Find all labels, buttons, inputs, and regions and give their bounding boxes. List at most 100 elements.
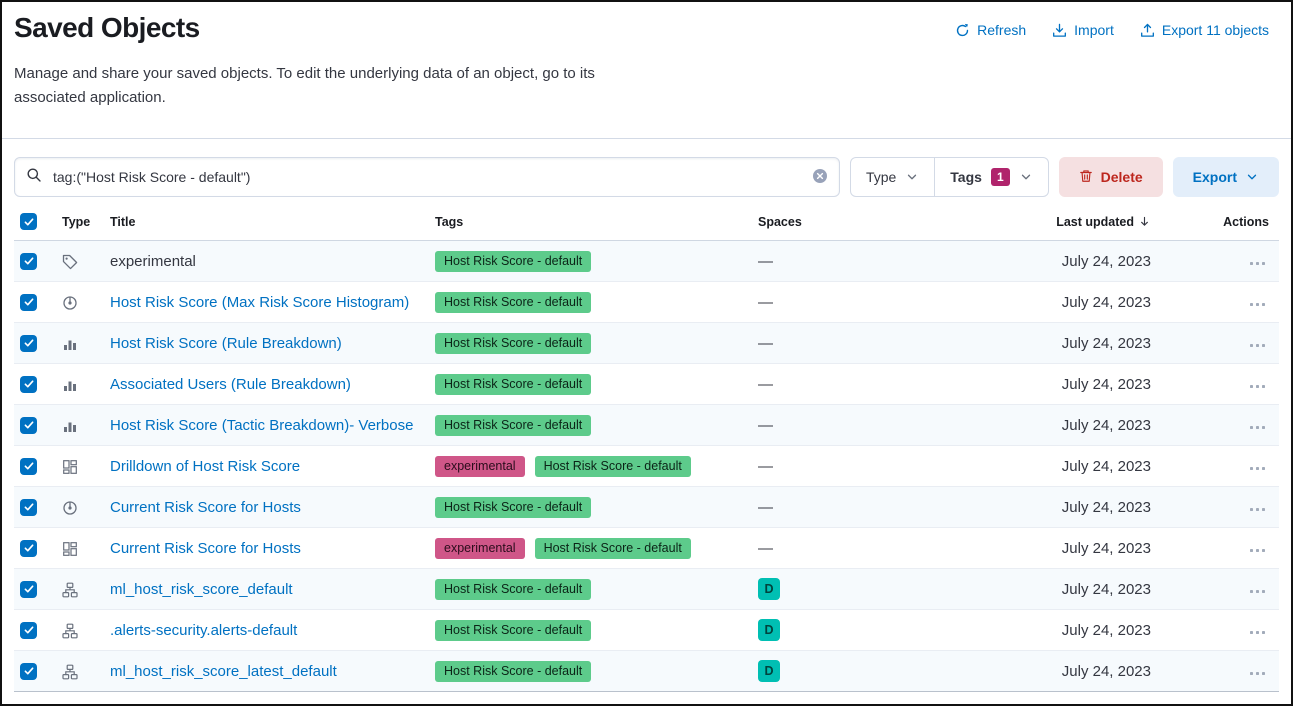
actions-cell <box>1159 528 1279 569</box>
row-actions-button[interactable] <box>1246 502 1269 517</box>
spaces-cell: D <box>750 651 1020 692</box>
spaces-empty: — <box>758 417 773 434</box>
row-checkbox-cell <box>14 487 54 528</box>
tag-badge[interactable]: experimental <box>435 456 525 477</box>
object-title-link[interactable]: ml_host_risk_score_default <box>110 581 293 598</box>
column-header-last-updated[interactable]: Last updated <box>1020 205 1159 241</box>
table-row: experimentalHost Risk Score - default—Ju… <box>14 241 1279 282</box>
saved-objects-page: Saved Objects Refresh Import Export 11 o… <box>2 2 1291 692</box>
object-title-link[interactable]: Host Risk Score (Tactic Breakdown)- Verb… <box>110 417 413 434</box>
tag-badge[interactable]: experimental <box>435 538 525 559</box>
tag-badge[interactable]: Host Risk Score - default <box>435 579 591 600</box>
row-checkbox[interactable] <box>20 622 37 639</box>
object-title-link[interactable]: Current Risk Score for Hosts <box>110 499 301 516</box>
saved-objects-table: Type Title Tags Spaces Last updated Acti… <box>14 205 1279 692</box>
object-title-link[interactable]: Associated Users (Rule Breakdown) <box>110 376 351 393</box>
object-title-link[interactable]: .alerts-security.alerts-default <box>110 622 297 639</box>
tag-badge[interactable]: Host Risk Score - default <box>535 456 691 477</box>
bar-chart-icon <box>62 418 78 434</box>
actions-cell <box>1159 487 1279 528</box>
page-header: Saved Objects Refresh Import Export 11 o… <box>14 2 1279 46</box>
row-actions-button[interactable] <box>1246 420 1269 435</box>
tag-icon <box>62 254 78 270</box>
delete-button[interactable]: Delete <box>1059 157 1163 197</box>
tags-filter-button[interactable]: Tags 1 <box>934 158 1047 196</box>
search-input[interactable] <box>51 168 803 186</box>
import-button[interactable]: Import <box>1042 16 1124 44</box>
last-updated-cell: July 24, 2023 <box>1020 651 1159 692</box>
row-actions-button[interactable] <box>1246 625 1269 640</box>
last-updated-header-label: Last updated <box>1056 215 1134 229</box>
lens-icon <box>62 295 78 311</box>
tag-badge[interactable]: Host Risk Score - default <box>535 538 691 559</box>
table-row: Current Risk Score for Hosts experimental… <box>14 528 1279 569</box>
spaces-cell: — <box>750 487 1020 528</box>
tags-cell: Host Risk Score - default <box>427 405 750 446</box>
space-avatar: D <box>758 619 780 641</box>
object-title-link[interactable]: Drilldown of Host Risk Score <box>110 458 300 475</box>
title-cell: ml_host_risk_score_latest_default <box>102 651 427 692</box>
search-icon <box>26 167 42 188</box>
select-all-checkbox[interactable] <box>20 213 37 230</box>
type-cell <box>54 528 102 569</box>
row-checkbox[interactable] <box>20 376 37 393</box>
table-header-row: Type Title Tags Spaces Last updated Acti… <box>14 205 1279 241</box>
tag-badge[interactable]: Host Risk Score - default <box>435 415 591 436</box>
table-row: ml_host_risk_score_default Host Risk Scor… <box>14 569 1279 610</box>
row-checkbox[interactable] <box>20 499 37 516</box>
type-filter-button[interactable]: Type <box>851 158 934 196</box>
row-actions-button[interactable] <box>1246 461 1269 476</box>
row-actions-button[interactable] <box>1246 297 1269 312</box>
row-actions-button[interactable] <box>1246 379 1269 394</box>
export-all-button[interactable]: Export 11 objects <box>1130 16 1279 44</box>
tag-badge[interactable]: Host Risk Score - default <box>435 333 591 354</box>
chevron-down-icon <box>1245 170 1259 184</box>
tags-cell: experimental Host Risk Score - default <box>427 528 750 569</box>
header-divider <box>2 138 1291 139</box>
row-checkbox[interactable] <box>20 417 37 434</box>
trash-icon <box>1079 169 1093 186</box>
object-title-link[interactable]: ml_host_risk_score_latest_default <box>110 663 337 680</box>
row-checkbox-cell <box>14 528 54 569</box>
search-box[interactable] <box>14 157 840 197</box>
type-cell <box>54 241 102 282</box>
object-title-link[interactable]: Host Risk Score (Max Risk Score Histogra… <box>110 294 409 311</box>
row-actions-button[interactable] <box>1246 543 1269 558</box>
type-cell <box>54 610 102 651</box>
object-title-link[interactable]: Current Risk Score for Hosts <box>110 540 301 557</box>
row-checkbox[interactable] <box>20 540 37 557</box>
row-checkbox[interactable] <box>20 253 37 270</box>
tag-badge[interactable]: Host Risk Score - default <box>435 661 591 682</box>
row-checkbox[interactable] <box>20 581 37 598</box>
column-header-tags: Tags <box>427 205 750 241</box>
row-actions-button[interactable] <box>1246 584 1269 599</box>
table-row: Associated Users (Rule Breakdown) Host Ri… <box>14 364 1279 405</box>
row-checkbox[interactable] <box>20 294 37 311</box>
table-row: Current Risk Score for Hosts Host Risk Sc… <box>14 487 1279 528</box>
spaces-empty: — <box>758 253 773 270</box>
spaces-empty: — <box>758 540 773 557</box>
row-actions-button[interactable] <box>1246 338 1269 353</box>
refresh-button[interactable]: Refresh <box>945 16 1036 44</box>
column-header-type[interactable]: Type <box>54 205 102 241</box>
tag-badge[interactable]: Host Risk Score - default <box>435 292 591 313</box>
row-checkbox[interactable] <box>20 458 37 475</box>
column-header-title[interactable]: Title <box>102 205 427 241</box>
delete-label: Delete <box>1101 169 1143 185</box>
export-button[interactable]: Export <box>1173 157 1279 197</box>
row-actions-button[interactable] <box>1246 666 1269 681</box>
tag-badge[interactable]: Host Risk Score - default <box>435 620 591 641</box>
row-checkbox[interactable] <box>20 663 37 680</box>
row-checkbox[interactable] <box>20 335 37 352</box>
clear-search-button[interactable] <box>812 168 828 187</box>
tag-badge[interactable]: Host Risk Score - default <box>435 251 591 272</box>
type-cell <box>54 323 102 364</box>
row-actions-button[interactable] <box>1246 256 1269 271</box>
spaces-empty: — <box>758 294 773 311</box>
object-title-link[interactable]: Host Risk Score (Rule Breakdown) <box>110 335 342 352</box>
spaces-cell: — <box>750 364 1020 405</box>
row-checkbox-cell <box>14 405 54 446</box>
tag-badge[interactable]: Host Risk Score - default <box>435 374 591 395</box>
tag-badge[interactable]: Host Risk Score - default <box>435 497 591 518</box>
chevron-down-icon <box>1019 170 1033 184</box>
